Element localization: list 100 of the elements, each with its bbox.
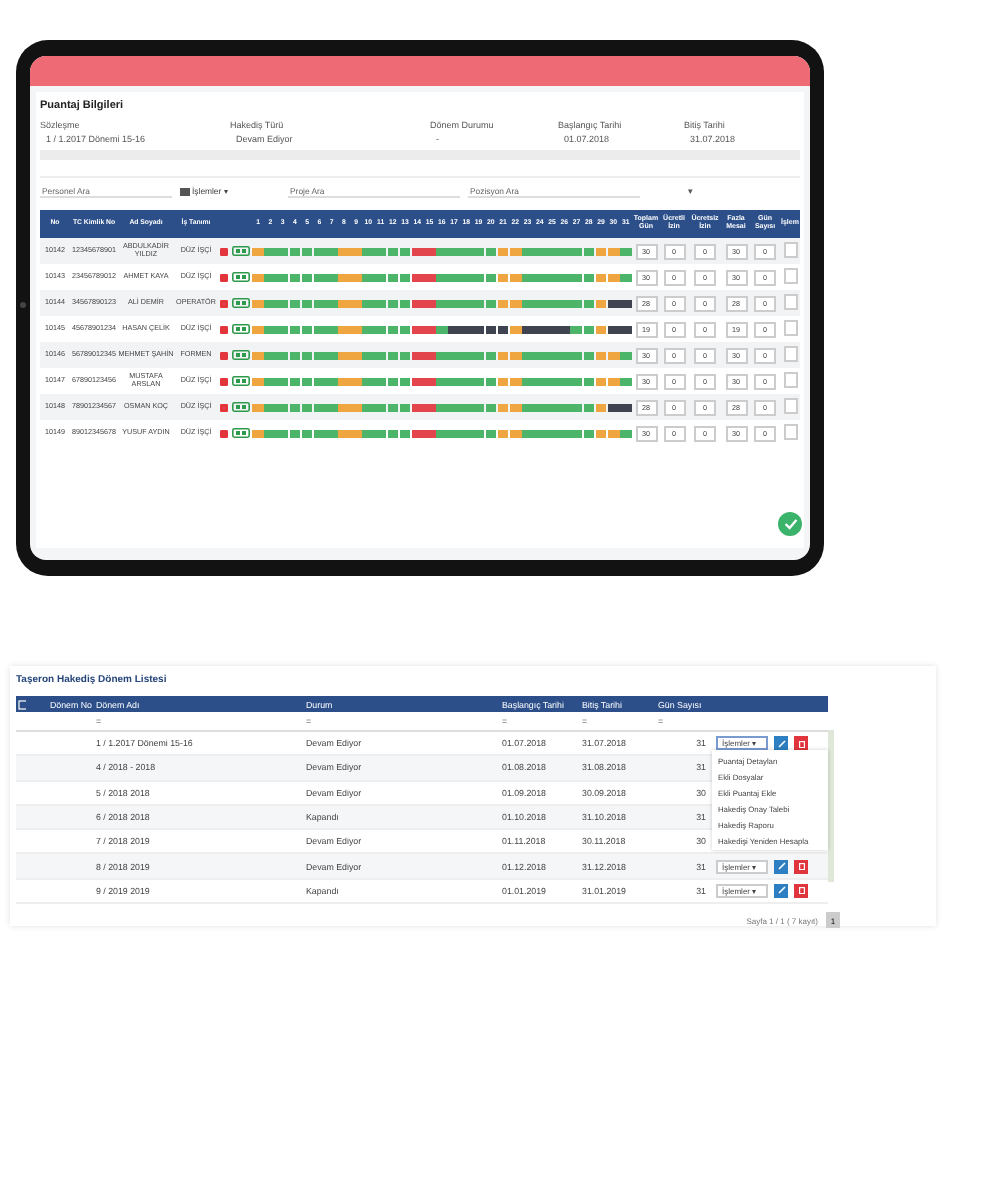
day-cell[interactable] bbox=[583, 429, 595, 437]
day-cell[interactable] bbox=[497, 299, 509, 307]
day-cell[interactable] bbox=[325, 299, 338, 307]
day-cell[interactable] bbox=[546, 403, 558, 411]
day-cell[interactable] bbox=[423, 377, 436, 385]
day-cell[interactable] bbox=[472, 325, 485, 333]
day-cell[interactable] bbox=[460, 377, 473, 385]
day-cell[interactable] bbox=[362, 325, 375, 333]
day-cell[interactable] bbox=[399, 299, 411, 307]
day-cell[interactable] bbox=[595, 273, 607, 281]
day-cell[interactable] bbox=[570, 247, 583, 255]
day-cell[interactable] bbox=[558, 429, 571, 437]
day-cell[interactable] bbox=[558, 325, 571, 333]
day-cell[interactable] bbox=[448, 299, 460, 307]
day-cell[interactable] bbox=[325, 325, 338, 333]
day-cell[interactable] bbox=[534, 325, 546, 333]
id-card-icon[interactable] bbox=[232, 272, 250, 282]
day-cell[interactable] bbox=[411, 351, 424, 359]
day-cell[interactable] bbox=[509, 377, 522, 385]
day-cell[interactable] bbox=[607, 403, 620, 411]
day-cell[interactable] bbox=[399, 377, 411, 385]
day-cell[interactable] bbox=[325, 403, 338, 411]
day-cell[interactable] bbox=[448, 247, 460, 255]
day-cell[interactable] bbox=[607, 377, 620, 385]
day-cell[interactable] bbox=[276, 403, 289, 411]
day-cell[interactable] bbox=[301, 273, 313, 281]
day-cell[interactable] bbox=[289, 325, 301, 333]
day-cell[interactable] bbox=[301, 429, 313, 437]
day-cell[interactable] bbox=[387, 429, 399, 437]
day-cell[interactable] bbox=[595, 247, 607, 255]
day-cell[interactable] bbox=[619, 429, 632, 437]
day-cell[interactable] bbox=[460, 325, 473, 333]
day-cell[interactable] bbox=[619, 351, 632, 359]
day-cell[interactable] bbox=[436, 247, 448, 255]
day-cell[interactable] bbox=[583, 403, 595, 411]
day-cell[interactable] bbox=[521, 299, 534, 307]
day-cell[interactable] bbox=[472, 429, 485, 437]
day-cell[interactable] bbox=[362, 351, 375, 359]
day-cell[interactable] bbox=[460, 429, 473, 437]
day-cell[interactable] bbox=[436, 325, 448, 333]
day-cell[interactable] bbox=[423, 273, 436, 281]
day-cell[interactable] bbox=[485, 325, 497, 333]
day-cell[interactable] bbox=[472, 273, 485, 281]
id-card-icon[interactable] bbox=[232, 402, 250, 412]
day-cell[interactable] bbox=[399, 247, 411, 255]
day-cell[interactable] bbox=[509, 247, 522, 255]
day-cell[interactable] bbox=[350, 273, 362, 281]
day-cell[interactable] bbox=[436, 351, 448, 359]
day-cell[interactable] bbox=[289, 273, 301, 281]
day-cell[interactable] bbox=[521, 247, 534, 255]
day-cell[interactable] bbox=[301, 247, 313, 255]
day-cell[interactable] bbox=[448, 429, 460, 437]
day-cell[interactable] bbox=[521, 403, 534, 411]
day-cell[interactable] bbox=[338, 247, 350, 255]
day-cell[interactable] bbox=[546, 377, 558, 385]
day-cell[interactable] bbox=[374, 403, 387, 411]
day-cell[interactable] bbox=[276, 247, 289, 255]
day-cell[interactable] bbox=[423, 325, 436, 333]
id-card-icon[interactable] bbox=[232, 350, 250, 360]
day-cell[interactable] bbox=[313, 377, 326, 385]
day-cell[interactable] bbox=[399, 429, 411, 437]
day-cell[interactable] bbox=[399, 403, 411, 411]
scrollbar[interactable] bbox=[828, 730, 834, 882]
day-cell[interactable] bbox=[252, 377, 264, 385]
day-cell[interactable] bbox=[338, 351, 350, 359]
day-cell[interactable] bbox=[448, 325, 460, 333]
day-cell[interactable] bbox=[436, 403, 448, 411]
day-cell[interactable] bbox=[497, 403, 509, 411]
day-cell[interactable] bbox=[362, 273, 375, 281]
day-cell[interactable] bbox=[325, 247, 338, 255]
day-cell[interactable] bbox=[289, 247, 301, 255]
day-cell[interactable] bbox=[374, 273, 387, 281]
day-cell[interactable] bbox=[534, 247, 546, 255]
day-cell[interactable] bbox=[289, 429, 301, 437]
day-cell[interactable] bbox=[448, 351, 460, 359]
day-cell[interactable] bbox=[583, 351, 595, 359]
day-cell[interactable] bbox=[313, 351, 326, 359]
day-cell[interactable] bbox=[472, 247, 485, 255]
day-cell[interactable] bbox=[252, 325, 264, 333]
day-cell[interactable] bbox=[350, 351, 362, 359]
day-cell[interactable] bbox=[546, 299, 558, 307]
day-cell[interactable] bbox=[595, 403, 607, 411]
day-cell[interactable] bbox=[325, 273, 338, 281]
day-cell[interactable] bbox=[595, 325, 607, 333]
day-cell[interactable] bbox=[472, 403, 485, 411]
day-cell[interactable] bbox=[607, 273, 620, 281]
day-cell[interactable] bbox=[546, 429, 558, 437]
edit-button[interactable] bbox=[774, 859, 788, 874]
day-cell[interactable] bbox=[301, 377, 313, 385]
day-cell[interactable] bbox=[534, 377, 546, 385]
day-cell[interactable] bbox=[276, 273, 289, 281]
day-cell[interactable] bbox=[497, 247, 509, 255]
day-cell[interactable] bbox=[460, 299, 473, 307]
edit-button[interactable] bbox=[774, 736, 788, 751]
day-cell[interactable] bbox=[387, 377, 399, 385]
day-cell[interactable] bbox=[289, 377, 301, 385]
day-cell[interactable] bbox=[264, 247, 277, 255]
day-cell[interactable] bbox=[411, 429, 424, 437]
day-cell[interactable] bbox=[252, 351, 264, 359]
day-cell[interactable] bbox=[325, 377, 338, 385]
